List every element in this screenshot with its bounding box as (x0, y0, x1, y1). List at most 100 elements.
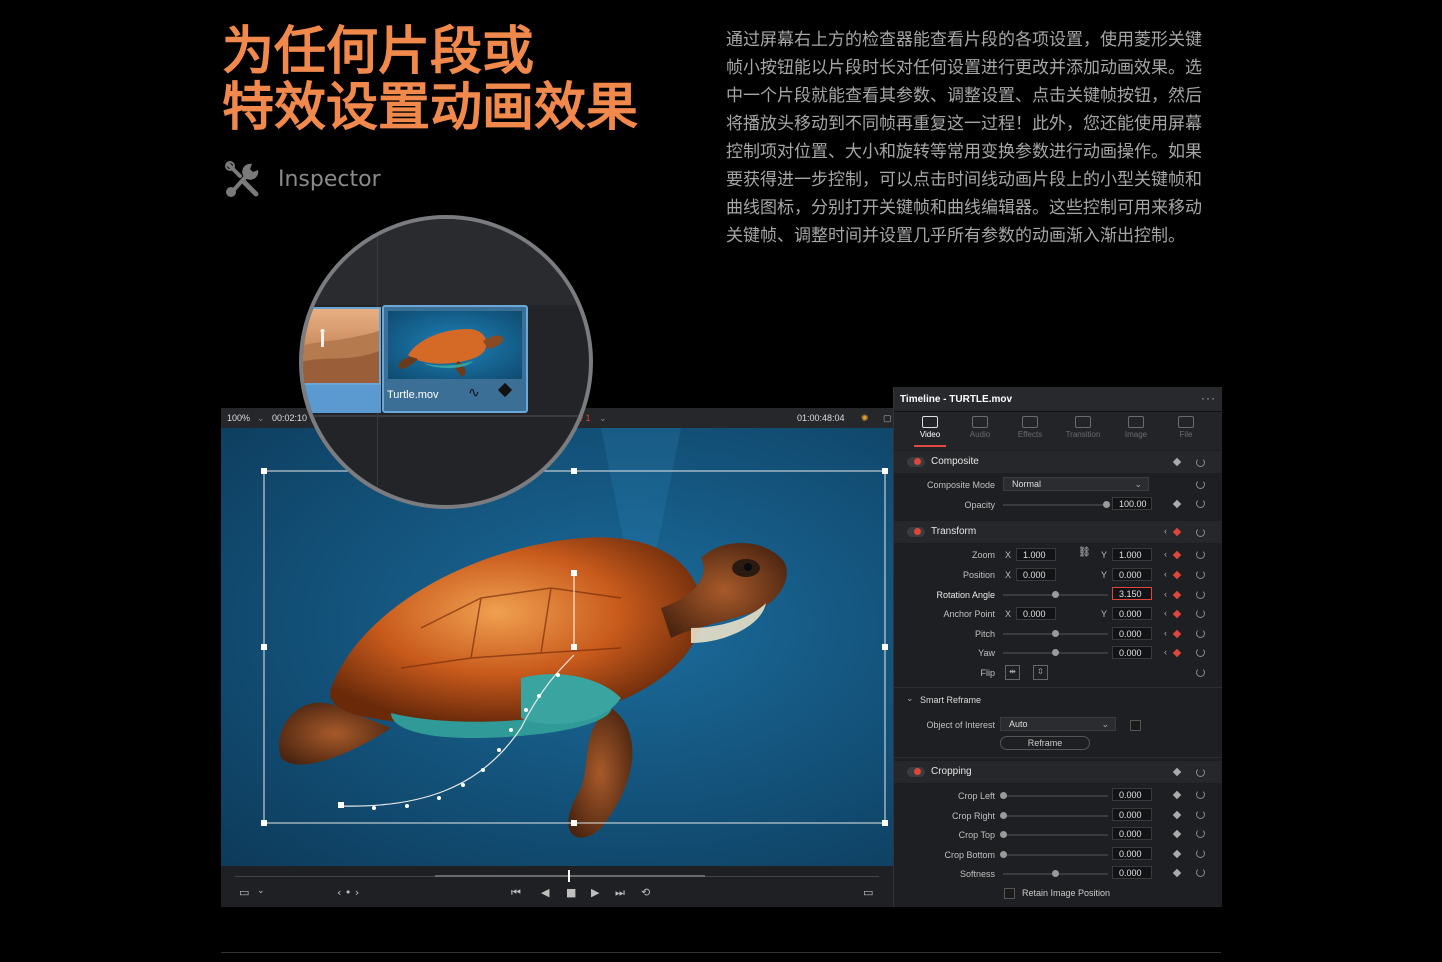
playhead[interactable] (568, 870, 570, 882)
turtle-clip[interactable]: Turtle.mov ∿ (382, 305, 528, 413)
prev-keyframe-icon[interactable]: ‹ (1164, 569, 1167, 579)
crop-top-knob[interactable] (1000, 831, 1007, 838)
rotation-field[interactable]: 3.150 (1112, 587, 1152, 600)
reset-icon[interactable] (1196, 499, 1205, 508)
play-reverse-icon[interactable]: ◀ (541, 886, 549, 899)
curve-icon[interactable]: ∿ (468, 385, 480, 401)
prev-keyframe-icon[interactable]: ‹ (1164, 647, 1167, 657)
prev-keyframe-icon[interactable]: ‹ (1164, 589, 1167, 599)
rotation-knob[interactable] (1052, 591, 1059, 598)
reset-icon[interactable] (1196, 528, 1205, 537)
position-y-field[interactable]: 0.000 (1112, 568, 1152, 581)
crop-left-field[interactable]: 0.000 (1112, 788, 1152, 801)
retain-image-position-checkbox[interactable] (1004, 888, 1015, 899)
tab-video[interactable]: Video (904, 412, 956, 450)
keyframe-diamond-icon[interactable] (1172, 457, 1182, 467)
object-of-interest-select[interactable]: Auto ⌄ (1000, 717, 1116, 731)
keyframe-diamond-icon[interactable] (1172, 550, 1182, 560)
enable-dot[interactable] (914, 528, 921, 535)
reset-icon[interactable] (1196, 668, 1205, 677)
flip-horizontal-icon[interactable]: ⇹ (1005, 665, 1020, 680)
play-icon[interactable]: ▶ (591, 886, 599, 899)
anchor-y-field[interactable]: 0.000 (1112, 607, 1152, 620)
zoom-x-field[interactable]: 1.000 (1016, 548, 1056, 561)
chevron-down-icon[interactable]: ⌄ (906, 693, 914, 704)
reset-icon[interactable] (1196, 648, 1205, 657)
mode-chevron-icon[interactable]: ⌄ (257, 886, 265, 896)
transform-header[interactable]: Transform ‹ (894, 521, 1222, 543)
jog-range[interactable] (435, 875, 705, 877)
keyframe-diamond-icon[interactable] (1172, 570, 1182, 580)
pitch-knob[interactable] (1052, 630, 1059, 637)
fullscreen-icon[interactable]: ▭ (863, 886, 873, 899)
reframe-button[interactable]: Reframe (1000, 736, 1090, 750)
reset-icon[interactable] (1196, 790, 1205, 799)
keyframe-diamond-icon[interactable] (1172, 527, 1182, 537)
yaw-field[interactable]: 0.000 (1112, 646, 1152, 659)
crop-bottom-slider[interactable] (1003, 854, 1108, 856)
reset-icon[interactable] (1196, 849, 1205, 858)
desert-clip[interactable] (303, 307, 381, 385)
keyframe-diamond-icon[interactable] (1172, 849, 1182, 859)
reset-icon[interactable] (1196, 609, 1205, 618)
tab-image[interactable]: Image (1110, 412, 1162, 450)
yaw-knob[interactable] (1052, 649, 1059, 656)
zoom-level[interactable]: 100% (227, 413, 250, 423)
loop-icon[interactable]: ⟲ (641, 886, 650, 899)
softness-field[interactable]: 0.000 (1112, 866, 1152, 879)
softness-knob[interactable] (1052, 870, 1059, 877)
keyframe-diamond-icon[interactable] (1172, 790, 1182, 800)
keyframe-diamond-icon[interactable] (1172, 810, 1182, 820)
keyframe-diamond-icon[interactable] (1172, 609, 1182, 619)
link-icon[interactable]: ⛓ (1078, 547, 1091, 558)
position-x-field[interactable]: 0.000 (1016, 568, 1056, 581)
reset-icon[interactable] (1196, 810, 1205, 819)
go-to-end-icon[interactable]: ⏭ (615, 886, 625, 900)
composite-header[interactable]: Composite (894, 451, 1222, 473)
reset-icon[interactable] (1196, 458, 1205, 467)
crop-right-knob[interactable] (1000, 812, 1007, 819)
enable-dot[interactable] (914, 458, 921, 465)
color-wheel-icon[interactable]: ✺ (861, 413, 869, 424)
opacity-field[interactable]: 100.00 (1112, 497, 1152, 510)
cropping-header[interactable]: Cropping (894, 761, 1222, 783)
chevron-down-icon[interactable]: ⌄ (257, 413, 265, 424)
reset-icon[interactable] (1196, 550, 1205, 559)
zoom-y-field[interactable]: 1.000 (1112, 548, 1152, 561)
keyframe-nav-icon[interactable]: ‹ • › (337, 886, 359, 899)
tab-effects[interactable]: Effects (1004, 412, 1056, 450)
window-icon[interactable]: ▢ (883, 413, 892, 424)
reset-icon[interactable] (1196, 768, 1205, 777)
reset-icon[interactable] (1196, 480, 1205, 489)
crop-bottom-field[interactable]: 0.000 (1112, 847, 1152, 860)
tab-audio[interactable]: Audio (954, 412, 1006, 450)
reset-icon[interactable] (1196, 570, 1205, 579)
keyframe-icon[interactable] (497, 382, 513, 398)
opacity-knob[interactable] (1103, 501, 1110, 508)
opacity-slider[interactable] (1003, 504, 1108, 506)
reset-icon[interactable] (1196, 868, 1205, 877)
crop-left-knob[interactable] (1000, 792, 1007, 799)
tab-transition[interactable]: Transition (1057, 412, 1109, 450)
keyframe-diamond-icon[interactable] (1172, 629, 1182, 639)
reframe-checkbox[interactable] (1130, 720, 1141, 731)
more-icon[interactable]: ··· (1201, 391, 1216, 405)
anchor-x-field[interactable]: 0.000 (1016, 607, 1056, 620)
keyframe-diamond-icon[interactable] (1172, 590, 1182, 600)
prev-keyframe-icon[interactable]: ‹ (1164, 549, 1167, 559)
crop-left-slider[interactable] (1003, 795, 1108, 797)
tab-file[interactable]: File (1160, 412, 1212, 450)
desert-clip-bar[interactable] (303, 385, 381, 413)
prev-keyframe-icon[interactable]: ‹ (1164, 526, 1167, 536)
keyframe-diamond-icon[interactable] (1172, 868, 1182, 878)
reset-icon[interactable] (1196, 590, 1205, 599)
reset-icon[interactable] (1196, 629, 1205, 638)
keyframe-diamond-icon[interactable] (1172, 499, 1182, 509)
crop-bottom-knob[interactable] (1000, 851, 1007, 858)
composite-mode-select[interactable]: Normal ⌄ (1003, 477, 1149, 491)
video-frame[interactable] (221, 428, 893, 866)
stop-icon[interactable]: ■ (566, 886, 576, 899)
pitch-field[interactable]: 0.000 (1112, 627, 1152, 640)
crop-right-slider[interactable] (1003, 815, 1108, 817)
crop-right-field[interactable]: 0.000 (1112, 808, 1152, 821)
